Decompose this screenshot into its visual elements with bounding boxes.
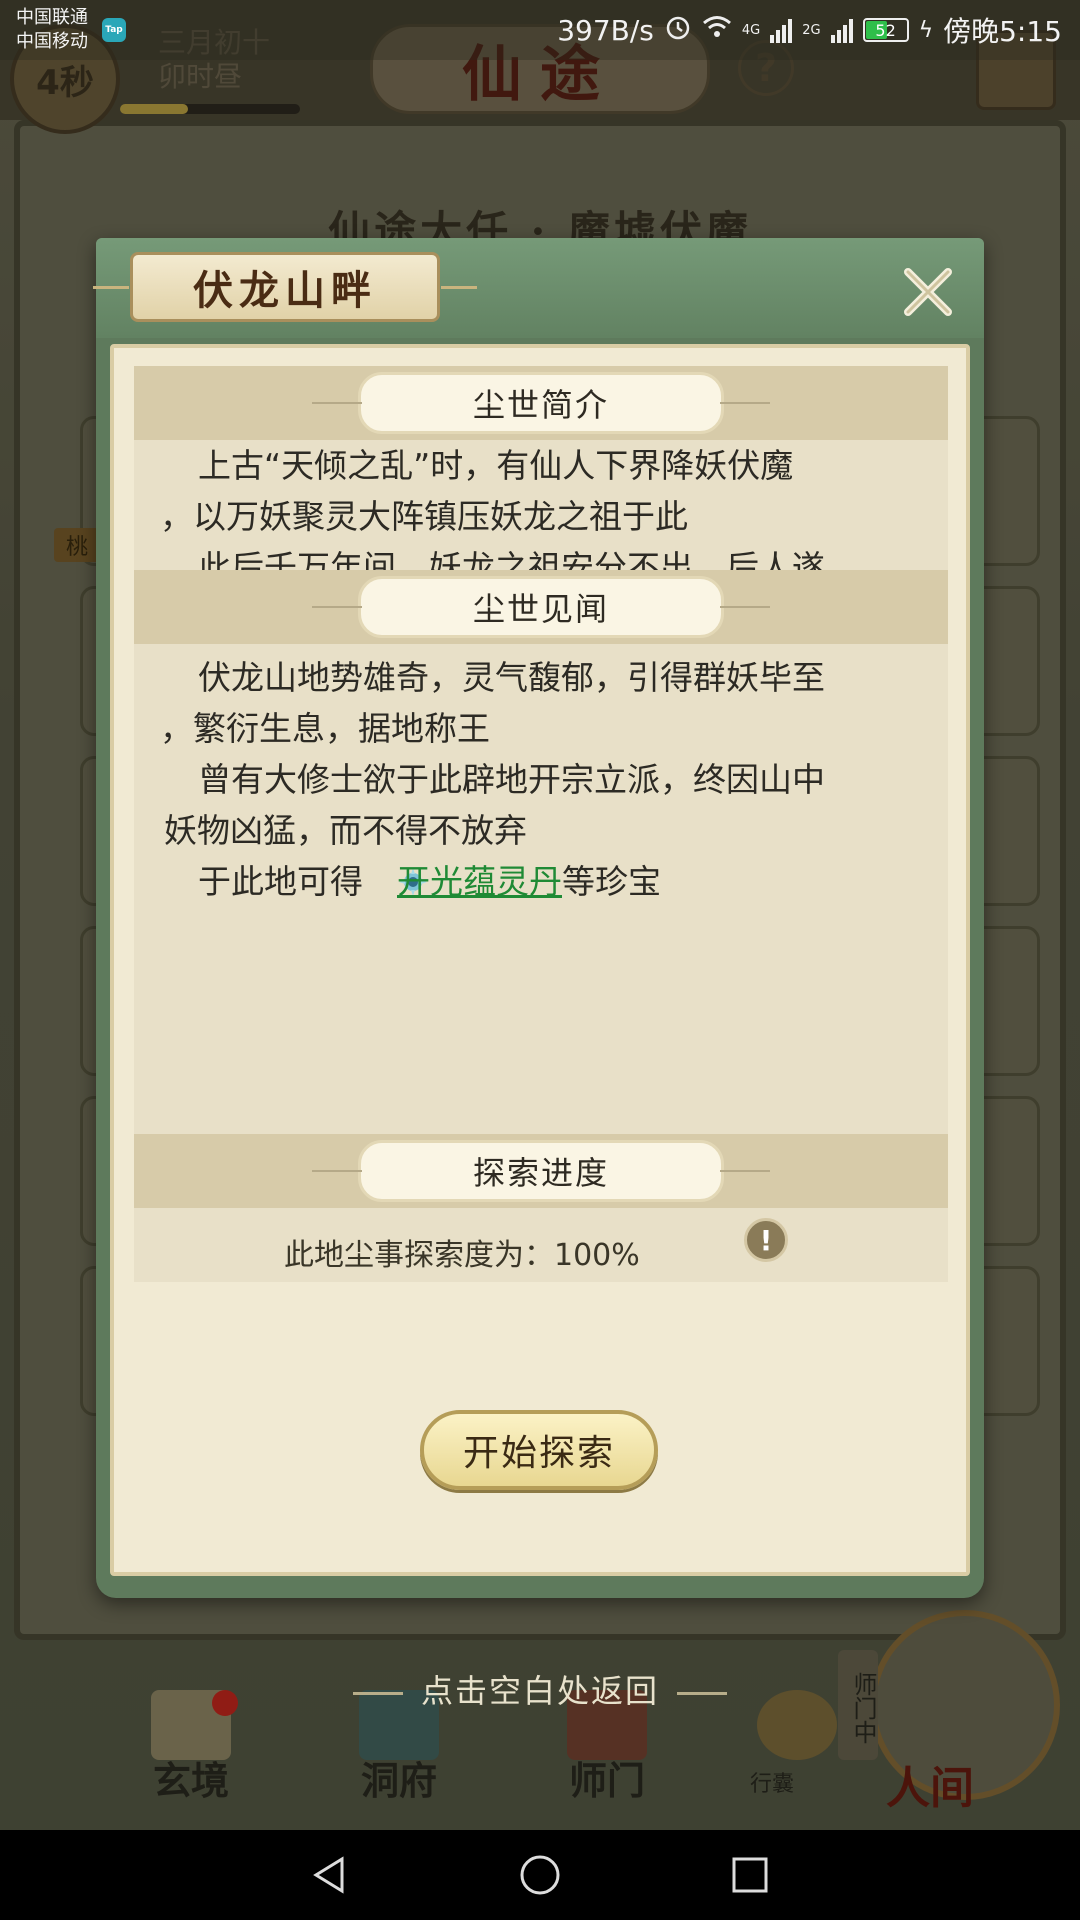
network-type-2: 2G	[802, 22, 821, 38]
system-navigation-bar	[0, 1830, 1080, 1920]
progress-section-label: 探索进度	[358, 1140, 724, 1202]
start-explore-button[interactable]: 开始探索	[420, 1410, 658, 1490]
charging-icon: ϟ	[918, 17, 934, 43]
clock: 傍晚5:15	[943, 15, 1062, 48]
taptap-icon: Tap	[102, 18, 126, 42]
news-section-label: 尘世见闻	[358, 576, 724, 638]
tap-to-return-hint: 点击空白处返回	[0, 1666, 1080, 1712]
signal-icon	[830, 17, 853, 43]
progress-row: 此地尘事探索度为：100% !	[134, 1208, 948, 1282]
exploration-progress-text: 此地尘事探索度为：100%	[284, 1238, 640, 1273]
home-circle-icon	[520, 1855, 560, 1895]
wifi-icon	[702, 14, 732, 47]
recents-square-icon	[732, 1857, 768, 1893]
recents-button[interactable]	[720, 1845, 780, 1905]
home-button[interactable]	[510, 1845, 570, 1905]
news-text: 伏龙山地势雄奇，灵气馥郁，引得群妖毕至 ，繁衍生息，据地称王 曾有大修士欲于此辟…	[134, 644, 948, 1134]
battery-icon: 52	[862, 18, 909, 42]
spirit-pill-icon	[363, 861, 427, 896]
info-alert-icon[interactable]: !	[744, 1218, 788, 1262]
network-type-1: 4G	[741, 22, 761, 38]
back-button[interactable]	[300, 1845, 360, 1905]
net-speed: 397B/s	[557, 13, 654, 47]
location-dialog: 伏龙山畔 尘世简介 上古“天倾之乱”时，有仙人下界降妖伏魔 ，以万妖聚灵大阵镇压…	[93, 238, 984, 1598]
status-bar: 中国联通 中国移动 Tap 397B/s 4G 2G 52 ϟ 傍晚5:15	[0, 0, 1080, 60]
signal-icon	[770, 17, 793, 43]
back-triangle-icon	[313, 1856, 344, 1894]
close-button[interactable]	[896, 260, 960, 324]
intro-section-label: 尘世简介	[358, 372, 724, 434]
news-section-header: 尘世见闻	[134, 570, 948, 644]
alarm-icon	[664, 13, 692, 48]
intro-section-header: 尘世简介	[134, 366, 948, 440]
dialog-content: 尘世简介 上古“天倾之乱”时，有仙人下界降妖伏魔 ，以万妖聚灵大阵镇压妖龙之祖于…	[110, 344, 970, 1576]
status-indicators: 397B/s 4G 2G 52 ϟ 傍晚5:15	[557, 10, 1062, 50]
dialog-title: 伏龙山畔	[93, 252, 477, 322]
intro-text: 上古“天倾之乱”时，有仙人下界降妖伏魔 ，以万妖聚灵大阵镇压妖龙之祖于此 此后千…	[134, 440, 948, 587]
close-icon	[904, 268, 952, 316]
item-link-spirit-pill[interactable]: 开光蕴灵丹	[397, 862, 562, 901]
carrier-info: 中国联通 中国移动	[16, 7, 88, 52]
progress-section-header: 探索进度	[134, 1134, 948, 1208]
